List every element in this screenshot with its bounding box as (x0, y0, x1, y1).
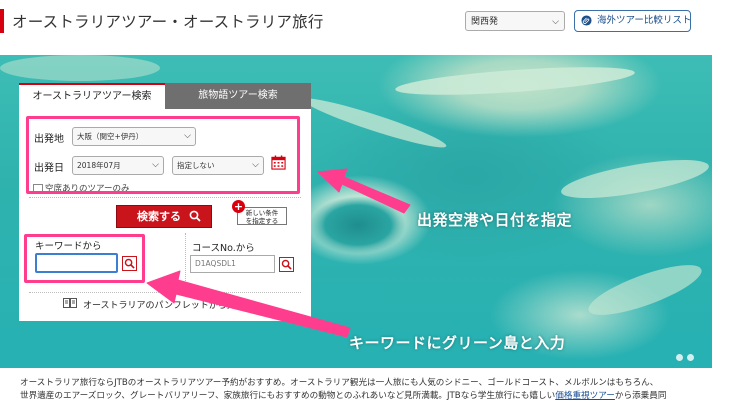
carousel-dot[interactable] (687, 354, 694, 361)
description-line2-rest: から添乗員同 (614, 391, 667, 401)
value-tour-link[interactable]: 価格重視ツアー (555, 391, 615, 401)
description-line2-text: 世界遺産のエアーズロック、グレートバリアリーフ、家族旅行にもおすすめの動物とのふ… (20, 391, 556, 401)
carousel-dot[interactable] (676, 354, 683, 361)
carousel-indicator (672, 346, 694, 365)
annotation-airport-date: 出発空港や日付を指定 (417, 211, 573, 229)
arrow-to-departure (317, 168, 411, 214)
description-line1: オーストラリア旅行ならJTBのオーストラリアツアー予約がおすすめ。オーストラリア… (20, 378, 659, 388)
description-line2: 世界遺産のエアーズロック、グレートバリアリーフ、家族旅行にもおすすめの動物とのふ… (20, 390, 710, 403)
arrow-to-keyword (146, 270, 351, 338)
intro-description: オーストラリア旅行ならJTBのオーストラリアツアー予約がおすすめ。オーストラリア… (20, 377, 710, 403)
annotation-keyword: キーワードにグリーン島と入力 (349, 334, 566, 352)
